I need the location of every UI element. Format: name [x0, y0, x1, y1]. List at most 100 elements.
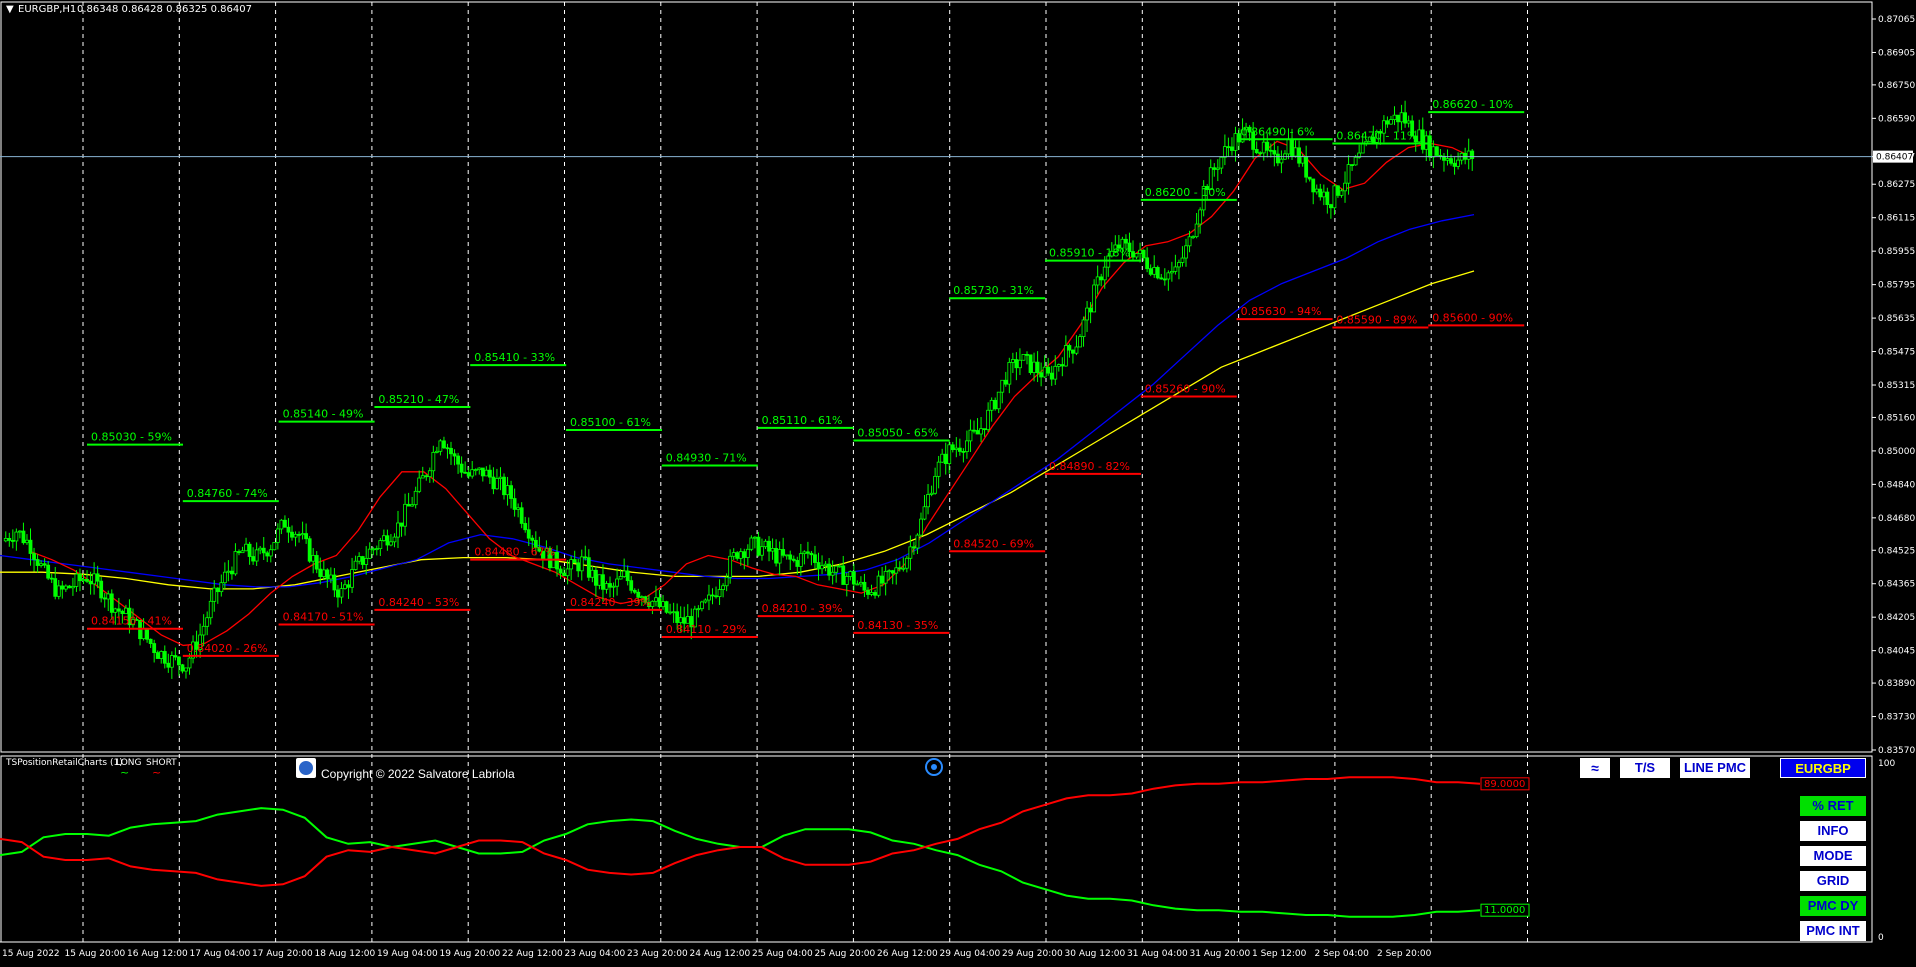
candle-body [869, 592, 874, 595]
mode-button[interactable]: MODE [1800, 846, 1866, 866]
candle-body [413, 490, 418, 506]
candle-body [1003, 379, 1008, 385]
short-level-label: 0.85590 - 89% [1336, 314, 1417, 327]
candle-body [1085, 307, 1089, 321]
grid-button[interactable]: GRID [1800, 871, 1866, 891]
chart-window[interactable]: 0.85030 - 59% 0.84150 - 41% 0.84760 - 74% 0… [0, 0, 1916, 963]
candle-body [385, 535, 390, 546]
candle-body [1099, 276, 1104, 281]
candle-body [389, 541, 393, 546]
candle-body [699, 601, 704, 610]
pct-ret-button[interactable]: % RET [1800, 796, 1866, 816]
candle-body [512, 498, 517, 510]
candle-body [1385, 120, 1390, 125]
long-level-label: 0.86200 - 10% [1145, 186, 1226, 199]
candle-body [753, 536, 757, 539]
candle-body [1325, 191, 1330, 206]
candle-body [763, 540, 768, 548]
candle-body [1470, 150, 1475, 159]
candle-body [1159, 277, 1164, 280]
long-level-label: 0.85030 - 59% [91, 431, 172, 444]
info-button[interactable]: INFO [1800, 821, 1866, 841]
candle-body [565, 568, 570, 577]
candle-body [120, 610, 125, 614]
candle-body [1141, 249, 1146, 259]
candle-body [346, 584, 351, 588]
symbol-button[interactable]: EURGBP [1780, 758, 1866, 778]
candle-body [1184, 245, 1188, 259]
time-tick-label: 30 Aug 12:00 [1065, 949, 1126, 959]
candle-body [445, 447, 450, 450]
candle-body [1081, 319, 1086, 337]
candle-body [795, 560, 800, 567]
line-pmc-button[interactable]: LINE PMC [1680, 758, 1750, 778]
candle-body [265, 552, 270, 557]
candle-body [311, 555, 316, 562]
candle-body [307, 538, 312, 562]
candle-body [487, 469, 492, 478]
candle-body [912, 546, 916, 549]
candle-body [85, 579, 89, 582]
candle-body [339, 588, 344, 598]
indicator-name: TSPositionRetailCharts (1) [6, 758, 123, 768]
candle-body [887, 570, 892, 573]
candle-body [300, 533, 305, 536]
candle-body [837, 565, 842, 568]
candle-body [49, 577, 54, 580]
long-level-label: 0.85050 - 65% [857, 426, 938, 439]
candle-body [28, 539, 33, 554]
candle-body [438, 440, 443, 452]
price-tick-label: 0.87065 [1878, 15, 1915, 25]
long-level-label: 0.84760 - 74% [187, 487, 268, 500]
candle-body [876, 575, 881, 596]
candle-body [350, 569, 354, 588]
candle-body [321, 569, 326, 577]
candle-body [749, 537, 754, 550]
candle-body [258, 547, 263, 551]
short-level-label: 0.84210 - 39% [762, 602, 843, 615]
candle-body [1300, 156, 1305, 164]
candle-body [820, 565, 824, 570]
candle-body [721, 585, 725, 590]
candle-body [505, 485, 510, 496]
candle-body [279, 519, 284, 530]
ts-button[interactable]: T/S [1620, 758, 1670, 778]
short-level-label: 0.85600 - 90% [1432, 311, 1513, 324]
candle-body [933, 475, 938, 494]
time-tick-label: 31 Aug 04:00 [1127, 949, 1188, 959]
price-chart[interactable]: 0.85030 - 59% 0.84150 - 41% 0.84760 - 74% 0… [0, 0, 1916, 963]
time-tick-label: 17 Aug 20:00 [252, 949, 313, 959]
candle-body [424, 475, 429, 478]
short-level-label: 0.84020 - 26% [187, 642, 268, 655]
candle-body [275, 528, 280, 543]
candle-body [145, 628, 150, 640]
price-tick-label: 0.85635 [1878, 314, 1915, 324]
candle-body [328, 574, 333, 580]
candle-body [1092, 284, 1097, 313]
candle-body [470, 469, 475, 477]
pmc-int-button[interactable]: PMC INT [1800, 921, 1866, 941]
long-wave-icon: ~ [120, 766, 130, 779]
candle-body [336, 589, 340, 598]
indicator-short-label: SHORT [146, 758, 177, 768]
pmc-dy-button[interactable]: PMC DY [1800, 896, 1866, 916]
candle-body [957, 447, 962, 452]
long-level-label: 0.86620 - 10% [1432, 98, 1513, 111]
candle-body [364, 557, 369, 565]
candle-body [1360, 143, 1365, 154]
candle-body [770, 548, 775, 552]
candle-body [124, 607, 128, 614]
candle-body [1028, 354, 1033, 373]
candle-body [1219, 156, 1224, 169]
candle-body [629, 580, 634, 591]
price-tick-label: 0.85315 [1878, 381, 1915, 391]
dropdown-arrow-icon[interactable]: ▼ [6, 4, 14, 15]
target-icon[interactable] [925, 758, 943, 776]
candle-body [661, 601, 665, 608]
wave-chart-button[interactable]: ≈ [1580, 758, 1610, 778]
candle-body [247, 543, 252, 557]
candle-body [650, 600, 655, 607]
candle-body [1215, 167, 1220, 170]
candle-body [286, 526, 291, 533]
candle-body [823, 563, 828, 567]
